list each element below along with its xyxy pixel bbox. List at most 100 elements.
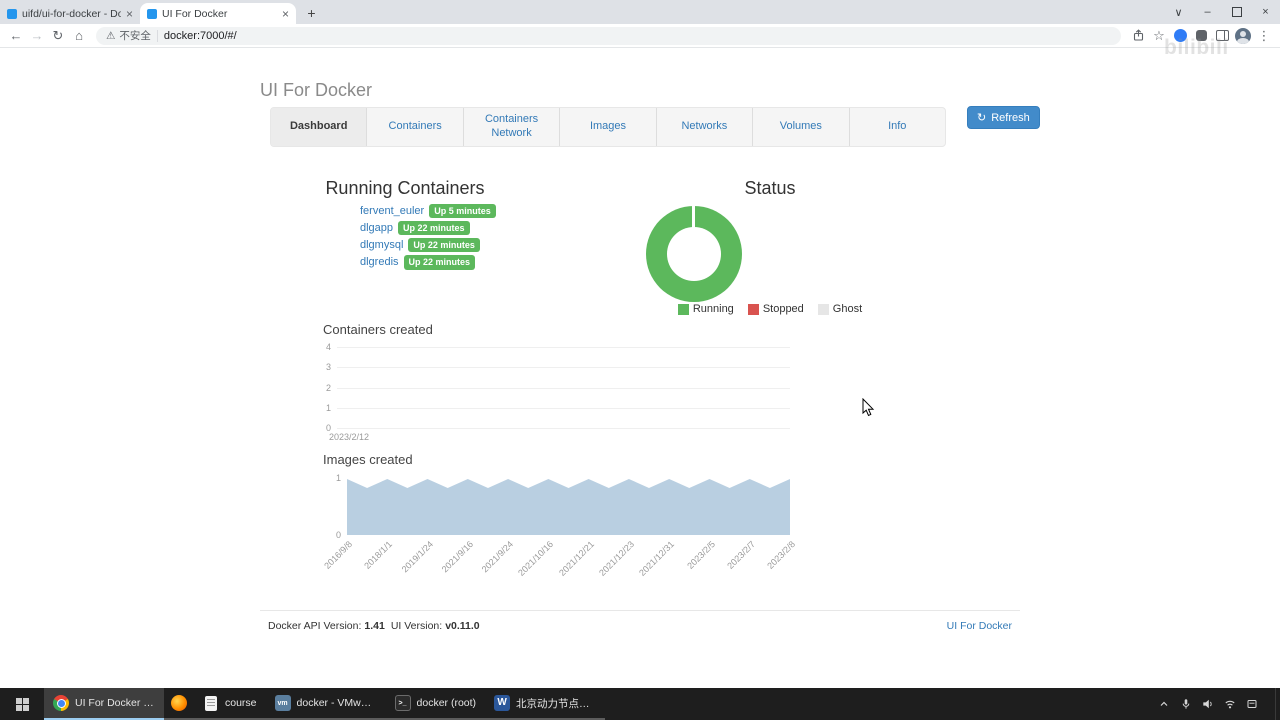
show-desktop-button[interactable] [1275, 688, 1280, 720]
maximize-button[interactable] [1222, 0, 1251, 24]
x-axis-tick: 2021/9/16 [439, 539, 475, 575]
forward-icon[interactable]: → [27, 26, 47, 46]
minimize-button[interactable]: – [1193, 0, 1222, 24]
taskbar-apps: UI For Docker - ... course vm docker - VMwa… [44, 688, 606, 720]
security-label: 不安全 [119, 30, 151, 42]
x-axis-tick: 2021/12/21 [556, 539, 596, 578]
notification-icon[interactable] [1245, 697, 1259, 711]
security-chip[interactable]: ⚠ 不安全 [106, 28, 151, 43]
taskbar-app-terminal[interactable]: >_ docker (root) [385, 688, 486, 720]
nav-tab-containers-network[interactable]: Containers Network [464, 108, 561, 146]
close-tab-icon[interactable]: × [282, 8, 289, 20]
dashboard-nav: Dashboard Containers Containers Network Ima… [270, 107, 946, 147]
container-row: dlgapp Up 22 minutes [360, 221, 496, 236]
back-icon[interactable]: ← [6, 26, 26, 46]
legend-label: Ghost [832, 303, 863, 315]
terminal-icon: >_ [394, 695, 411, 711]
donut-segment-gap [692, 206, 695, 229]
taskbar-app-firefox[interactable] [164, 688, 194, 720]
mouse-cursor [862, 397, 875, 422]
nav-tab-images[interactable]: Images [560, 108, 657, 146]
container-link[interactable]: dlgredis [360, 256, 399, 268]
running-containers-list: fervent_euler Up 5 minutes dlgapp Up 22 min… [360, 204, 496, 273]
legend-label: Stopped [762, 303, 804, 315]
taskbar-app-label: docker (root) [416, 697, 477, 709]
browser-toolbar: ← → ↻ ⌂ ⚠ 不安全 docker:7000/#/ ☆ ⋮ [0, 24, 1280, 48]
side-panel-icon[interactable] [1212, 26, 1232, 46]
extension-icon[interactable] [1191, 26, 1211, 46]
page-title: UI For Docker [260, 80, 373, 100]
start-button[interactable] [0, 688, 44, 720]
url-text: docker:7000/#/ [163, 29, 237, 42]
share-icon[interactable] [1128, 26, 1148, 46]
legend-label: Running [692, 303, 734, 315]
chevron-up-icon[interactable] [1157, 697, 1171, 711]
nav-tab-volumes[interactable]: Volumes [753, 108, 850, 146]
nav-tab-dashboard[interactable]: Dashboard [271, 108, 368, 146]
vmware-icon: vm [274, 695, 291, 711]
taskbar-app-label: course [225, 697, 257, 709]
kebab-menu-icon[interactable]: ⋮ [1254, 26, 1274, 46]
bookmark-star-icon[interactable]: ☆ [1149, 26, 1169, 46]
running-containers-heading: Running Containers [325, 178, 485, 198]
containers-created-title: Containers created [323, 322, 433, 337]
browser-tab-docker-hub[interactable]: uifd/ui-for-docker - Docker Im... × [0, 3, 140, 24]
nav-tab-info[interactable]: Info [850, 108, 945, 146]
images-created-title: Images created [323, 452, 413, 467]
gridline [337, 387, 790, 389]
uptime-badge: Up 22 minutes [408, 238, 480, 253]
uptime-badge: Up 5 minutes [429, 204, 496, 219]
new-tab-button[interactable]: + [302, 3, 321, 22]
nav-tab-networks[interactable]: Networks [657, 108, 754, 146]
document-icon [205, 695, 217, 711]
microphone-icon[interactable] [1179, 697, 1193, 711]
reload-icon[interactable]: ↻ [48, 26, 68, 46]
profile-avatar[interactable] [1233, 26, 1253, 46]
taskbar-app-vmware[interactable]: vm docker - VMware... [265, 688, 386, 720]
donut-hole [667, 227, 721, 281]
system-tray [1157, 688, 1275, 720]
legend-item-running: Running [677, 303, 734, 315]
windows-logo-icon [15, 697, 29, 711]
taskbar-app-word[interactable]: W 北京动力节点课程... [485, 688, 606, 720]
browser-tabstrip: uifd/ui-for-docker - Docker Im... × UI F… [0, 0, 1280, 24]
container-link[interactable]: fervent_euler [360, 205, 424, 217]
gridline [337, 347, 790, 348]
gridline [337, 367, 790, 369]
legend-item-ghost: Ghost [817, 303, 863, 315]
network-icon[interactable] [1223, 697, 1237, 711]
container-row: dlgmysql Up 22 minutes [360, 238, 496, 253]
close-tab-icon[interactable]: × [126, 8, 133, 20]
ui-for-docker-favicon [147, 8, 157, 19]
container-link[interactable]: dlgmysql [360, 239, 403, 251]
images-created-xlabels: 2016/9/8 2018/1/1 2019/1/24 2021/9/16 2021/9… [322, 537, 797, 578]
address-bar[interactable]: ⚠ 不安全 docker:7000/#/ [96, 26, 1121, 45]
refresh-label: Refresh [991, 111, 1030, 124]
page-footer: Docker API Version: 1.41 UI Version: v0.11.… [260, 610, 1020, 632]
container-link[interactable]: dlgapp [360, 222, 393, 234]
area-chart-svg [347, 479, 790, 535]
tab-title: uifd/ui-for-docker - Docker Im... [22, 7, 121, 20]
x-axis-tick: 2023/2/5 [684, 539, 717, 571]
tab-search-icon[interactable]: ∨ [1164, 0, 1193, 24]
y-axis-tick: 4 [325, 342, 331, 352]
taskbar-app-chrome[interactable]: UI For Docker - ... [44, 688, 164, 720]
browser-tab-ui-for-docker[interactable]: UI For Docker × [140, 3, 296, 24]
nav-tab-containers[interactable]: Containers [367, 108, 464, 146]
home-icon[interactable]: ⌂ [69, 26, 89, 46]
x-axis-tick: 2023/2/8 [765, 539, 798, 571]
y-axis-tick: 2 [325, 382, 331, 393]
taskbar-app-document[interactable]: course [194, 688, 266, 720]
close-window-button[interactable]: × [1251, 0, 1280, 24]
status-donut [646, 206, 742, 302]
extension-icon[interactable] [1170, 26, 1190, 46]
tab-title: UI For Docker [162, 7, 228, 20]
refresh-button[interactable]: ↻ Refresh [967, 106, 1040, 129]
chip-separator [156, 29, 158, 42]
x-axis-tick: 2016/9/8 [322, 539, 355, 571]
x-axis-tick: 2021/12/23 [597, 539, 636, 578]
footer-brand-link[interactable]: UI For Docker [947, 620, 1012, 632]
speaker-icon[interactable] [1201, 697, 1215, 711]
footer-version-text: Docker API Version: 1.41 UI Version: v0.11.… [268, 620, 480, 632]
firefox-icon [171, 695, 187, 711]
